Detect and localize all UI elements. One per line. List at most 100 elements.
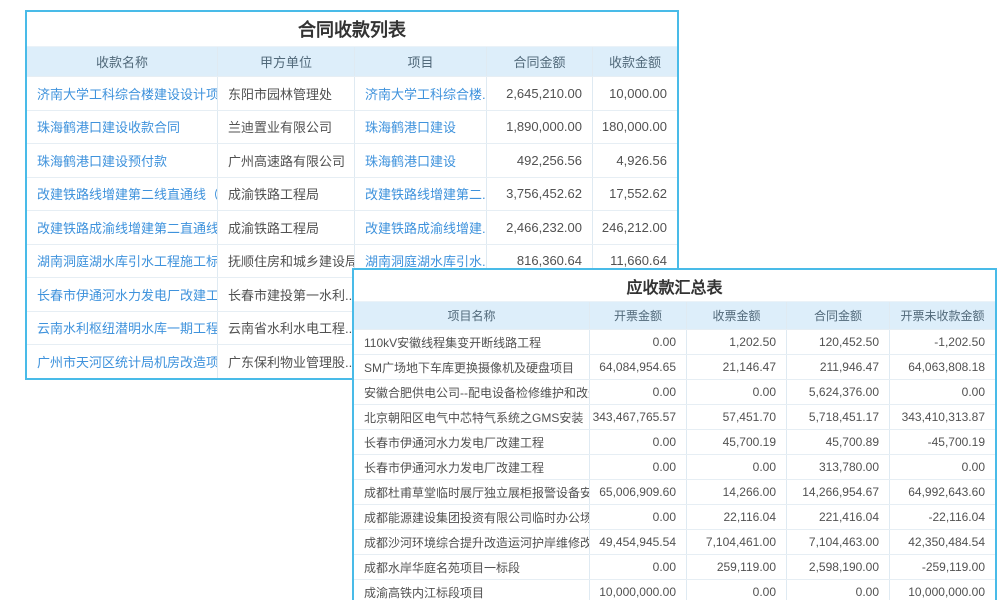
received-invoice-amount-cell: 1,202.50 [687, 330, 787, 354]
table-row: 成渝高铁内江标段项目10,000,000.000.000.0010,000,00… [354, 579, 995, 600]
party-unit-cell: 东阳市园林管理处 [218, 77, 355, 110]
column-header-invoiced-unpaid-amount: 开票未收款金额 [890, 302, 995, 329]
project-name-cell: 成都沙河环境综合提升改造运河护岸维修改造 [354, 530, 590, 554]
invoiced-amount-cell: 0.00 [590, 455, 687, 479]
column-header-received-invoice-amount: 收票金额 [687, 302, 787, 329]
invoiced-unpaid-amount-cell: -1,202.50 [890, 330, 995, 354]
received-invoice-amount-cell: 0.00 [687, 455, 787, 479]
contract-amount-cell: 492,256.56 [487, 144, 593, 177]
invoiced-amount-cell: 0.00 [590, 380, 687, 404]
receipt-name-link[interactable]: 珠海鹤港口建设预付款 [27, 144, 218, 177]
invoiced-unpaid-amount-cell: 0.00 [890, 380, 995, 404]
receivable-table-body: 110kV安徽线程集变开断线路工程0.001,202.50120,452.50-… [354, 329, 995, 600]
receipt-name-link[interactable]: 珠海鹤港口建设收款合同 [27, 111, 218, 144]
received-invoice-amount-cell: 0.00 [687, 580, 787, 600]
invoiced-unpaid-amount-cell: -259,119.00 [890, 555, 995, 579]
table-row: 长春市伊通河水力发电厂改建工程0.000.00313,780.000.00 [354, 454, 995, 479]
project-link[interactable]: 济南大学工科综合楼... [355, 77, 487, 110]
table-row: 成都杜甫草堂临时展厅独立展柜报警设备安装...65,006,909.6014,2… [354, 479, 995, 504]
invoiced-unpaid-amount-cell: 10,000,000.00 [890, 580, 995, 600]
received-invoice-amount-cell: 0.00 [687, 380, 787, 404]
invoiced-unpaid-amount-cell: 0.00 [890, 455, 995, 479]
contract-amount-cell: 0.00 [787, 580, 890, 600]
receipt-name-link[interactable]: 改建铁路线增建第二线直通线（... [27, 178, 218, 211]
table-row: 长春市伊通河水力发电厂改建工程0.0045,700.1945,700.89-45… [354, 429, 995, 454]
contract-amount-cell: 2,466,232.00 [487, 211, 593, 244]
invoiced-unpaid-amount-cell: 42,350,484.54 [890, 530, 995, 554]
table-row: 改建铁路成渝线增建第二直通线...成渝铁路工程局改建铁路成渝线增建...2,46… [27, 210, 677, 244]
project-name-cell: SM广场地下车库更换摄像机及硬盘项目 [354, 355, 590, 379]
column-header-receipt-name: 收款名称 [27, 47, 218, 76]
table-row: 成都水岸华庭名苑项目一标段0.00259,119.002,598,190.00-… [354, 554, 995, 579]
received-invoice-amount-cell: 7,104,461.00 [687, 530, 787, 554]
invoiced-amount-cell: 64,084,954.65 [590, 355, 687, 379]
contract-amount-cell: 211,946.47 [787, 355, 890, 379]
party-unit-cell: 广东保利物业管理股... [218, 345, 355, 378]
project-name-cell: 110kV安徽线程集变开断线路工程 [354, 330, 590, 354]
invoiced-amount-cell: 0.00 [590, 330, 687, 354]
project-name-cell: 成都能源建设集团投资有限公司临时办公场所... [354, 505, 590, 529]
table-row: SM广场地下车库更换摄像机及硬盘项目64,084,954.6521,146.47… [354, 354, 995, 379]
project-name-cell: 成都水岸华庭名苑项目一标段 [354, 555, 590, 579]
received-amount-cell: 180,000.00 [593, 111, 677, 144]
invoiced-amount-cell: 0.00 [590, 505, 687, 529]
table-row: 珠海鹤港口建设预付款广州高速路有限公司珠海鹤港口建设492,256.564,92… [27, 143, 677, 177]
contract-amount-cell: 5,624,376.00 [787, 380, 890, 404]
table-row: 110kV安徽线程集变开断线路工程0.001,202.50120,452.50-… [354, 329, 995, 354]
receipt-name-link[interactable]: 济南大学工科综合楼建设设计项... [27, 77, 218, 110]
table-row: 济南大学工科综合楼建设设计项...东阳市园林管理处济南大学工科综合楼...2,6… [27, 76, 677, 110]
contract-amount-cell: 14,266,954.67 [787, 480, 890, 504]
column-header-contract-amount: 合同金额 [787, 302, 890, 329]
receipt-name-link[interactable]: 云南水利枢纽潜明水库一期工程... [27, 312, 218, 345]
receivable-table-header-row: 项目名称 开票金额 收票金额 合同金额 开票未收款金额 [354, 302, 995, 329]
receivable-table-title: 应收款汇总表 [354, 270, 995, 302]
project-link[interactable]: 珠海鹤港口建设 [355, 111, 487, 144]
invoiced-amount-cell: 0.00 [590, 430, 687, 454]
contract-amount-cell: 45,700.89 [787, 430, 890, 454]
received-amount-cell: 17,552.62 [593, 178, 677, 211]
invoiced-unpaid-amount-cell: 64,992,643.60 [890, 480, 995, 504]
invoiced-unpaid-amount-cell: 64,063,808.18 [890, 355, 995, 379]
invoiced-amount-cell: 65,006,909.60 [590, 480, 687, 504]
invoiced-unpaid-amount-cell: -45,700.19 [890, 430, 995, 454]
project-link[interactable]: 珠海鹤港口建设 [355, 144, 487, 177]
project-name-cell: 安徽合肥供电公司--配电设备检修维护和改造 [354, 380, 590, 404]
invoiced-amount-cell: 49,454,945.54 [590, 530, 687, 554]
contract-table-header-row: 收款名称 甲方单位 项目 合同金额 收款金额 [27, 47, 677, 76]
received-invoice-amount-cell: 259,119.00 [687, 555, 787, 579]
invoiced-unpaid-amount-cell: -22,116.04 [890, 505, 995, 529]
received-invoice-amount-cell: 14,266.00 [687, 480, 787, 504]
table-row: 成都能源建设集团投资有限公司临时办公场所...0.0022,116.04221,… [354, 504, 995, 529]
party-unit-cell: 广州高速路有限公司 [218, 144, 355, 177]
party-unit-cell: 长春市建投第一水利... [218, 278, 355, 311]
contract-amount-cell: 5,718,451.17 [787, 405, 890, 429]
invoiced-unpaid-amount-cell: 343,410,313.87 [890, 405, 995, 429]
column-header-project: 项目 [355, 47, 487, 76]
received-invoice-amount-cell: 21,146.47 [687, 355, 787, 379]
contract-amount-cell: 120,452.50 [787, 330, 890, 354]
party-unit-cell: 成渝铁路工程局 [218, 178, 355, 211]
invoiced-amount-cell: 10,000,000.00 [590, 580, 687, 600]
project-link[interactable]: 改建铁路成渝线增建... [355, 211, 487, 244]
table-row: 成都沙河环境综合提升改造运河护岸维修改造49,454,945.547,104,4… [354, 529, 995, 554]
project-link[interactable]: 改建铁路线增建第二... [355, 178, 487, 211]
received-amount-cell: 10,000.00 [593, 77, 677, 110]
table-row: 改建铁路线增建第二线直通线（...成渝铁路工程局改建铁路线增建第二...3,75… [27, 177, 677, 211]
contract-amount-cell: 2,645,210.00 [487, 77, 593, 110]
party-unit-cell: 成渝铁路工程局 [218, 211, 355, 244]
receipt-name-link[interactable]: 湖南洞庭湖水库引水工程施工标... [27, 245, 218, 278]
party-unit-cell: 兰迪置业有限公司 [218, 111, 355, 144]
contract-amount-cell: 7,104,463.00 [787, 530, 890, 554]
contract-amount-cell: 3,756,452.62 [487, 178, 593, 211]
invoiced-amount-cell: 343,467,765.57 [590, 405, 687, 429]
project-name-cell: 长春市伊通河水力发电厂改建工程 [354, 430, 590, 454]
received-amount-cell: 246,212.00 [593, 211, 677, 244]
receipt-name-link[interactable]: 长春市伊通河水力发电厂改建工... [27, 278, 218, 311]
column-header-project-name: 项目名称 [354, 302, 590, 329]
column-header-party: 甲方单位 [218, 47, 355, 76]
project-name-cell: 成都杜甫草堂临时展厅独立展柜报警设备安装... [354, 480, 590, 504]
receipt-name-link[interactable]: 改建铁路成渝线增建第二直通线... [27, 211, 218, 244]
received-invoice-amount-cell: 57,451.70 [687, 405, 787, 429]
column-header-contract-amount: 合同金额 [487, 47, 593, 76]
receipt-name-link[interactable]: 广州市天河区统计局机房改造项... [27, 345, 218, 378]
